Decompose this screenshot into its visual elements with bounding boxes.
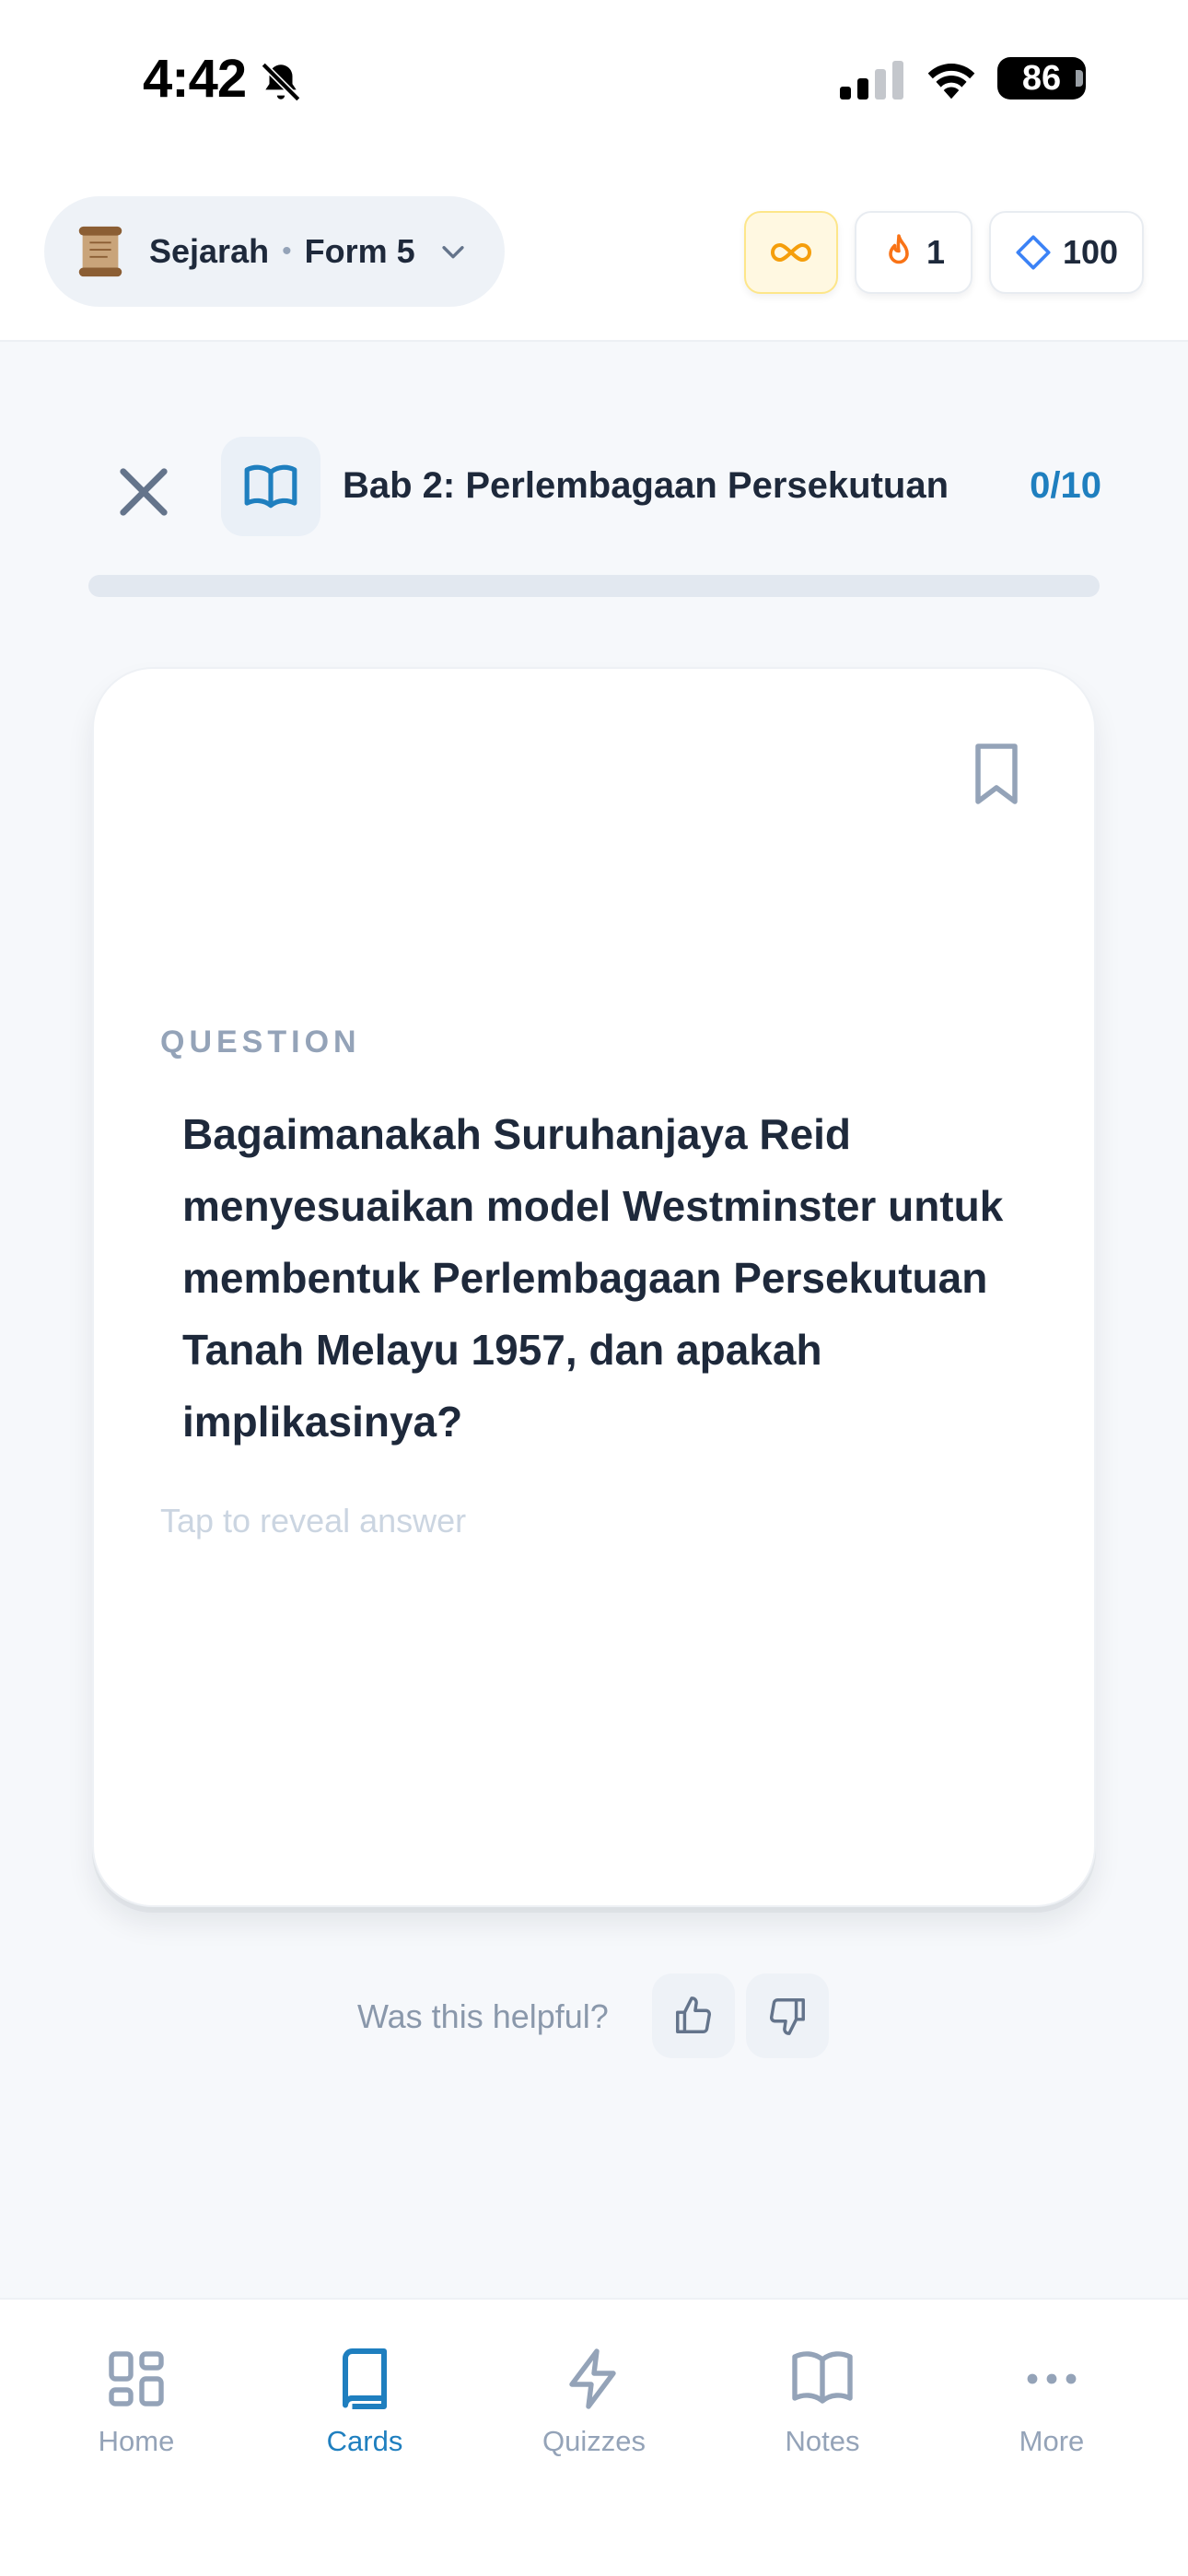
wifi-icon xyxy=(927,64,975,100)
chapter-title: Bab 2: Perlembagaan Persekutuan xyxy=(343,465,949,506)
thumbs-down-icon xyxy=(770,1998,805,2035)
question-label: QUESTION xyxy=(160,1025,361,1060)
nav-home[interactable]: Home xyxy=(44,2346,228,2484)
scroll-icon xyxy=(78,226,122,277)
infinity-icon xyxy=(770,242,812,263)
form-level: Form 5 xyxy=(304,232,415,270)
bell-muted-icon xyxy=(261,62,301,102)
nav-notes[interactable]: Notes xyxy=(730,2346,914,2484)
unlimited-badge[interactable] xyxy=(744,211,838,294)
streak-count: 1 xyxy=(926,233,946,271)
status-time: 4:42 xyxy=(143,49,247,109)
nav-cards[interactable]: Cards xyxy=(273,2346,457,2484)
nav-label-notes: Notes xyxy=(785,2425,860,2457)
close-icon[interactable] xyxy=(109,457,179,527)
separator-dot: • xyxy=(282,236,292,266)
dots-icon xyxy=(1027,2373,1077,2384)
thumbs-down-button[interactable] xyxy=(746,1973,829,2058)
battery-tip xyxy=(1076,70,1083,87)
app-screen: 4:42 86 Sejarah • Form 5 1 100 Bab 2: Pe… xyxy=(0,0,1188,2576)
subject-selector[interactable]: Sejarah • Form 5 xyxy=(44,196,505,307)
flame-icon xyxy=(889,234,909,264)
open-book-icon xyxy=(792,2351,853,2404)
subject-name: Sejarah xyxy=(149,232,270,270)
gems-count: 100 xyxy=(1062,233,1119,271)
gems-badge[interactable]: 100 xyxy=(989,211,1144,294)
nav-label-quizzes: Quizzes xyxy=(542,2425,646,2457)
chapter-icon-box xyxy=(221,437,320,536)
diamond-icon xyxy=(1016,235,1051,270)
battery-indicator: 86 xyxy=(997,57,1086,100)
streak-badge[interactable]: 1 xyxy=(855,211,973,294)
question-text: Bagaimanakah Suruhanjaya Reid menyesuaik… xyxy=(182,1110,1004,1446)
nav-more[interactable]: More xyxy=(960,2346,1144,2484)
bottom-nav: Home Cards Quizzes Notes More xyxy=(0,2298,1188,2576)
progress-bar xyxy=(88,575,1100,597)
cellular-signal-icon xyxy=(840,61,903,100)
nav-quizzes[interactable]: Quizzes xyxy=(502,2346,686,2484)
thumbs-up-icon xyxy=(676,1996,711,2033)
app-header: Sejarah • Form 5 1 100 xyxy=(0,161,1188,342)
nav-label-more: More xyxy=(1019,2425,1085,2457)
feedback-prompt: Was this helpful? xyxy=(357,1997,609,2035)
bookmark-icon[interactable] xyxy=(969,739,1024,809)
nav-label-home: Home xyxy=(98,2425,175,2457)
chevron-down-icon xyxy=(442,246,464,259)
lightning-icon xyxy=(569,2348,616,2409)
thumbs-up-button[interactable] xyxy=(652,1973,735,2058)
book-icon xyxy=(343,2348,387,2409)
status-bar: 4:42 86 xyxy=(0,0,1188,161)
flashcard[interactable]: QUESTION Bagaimanakah Suruhanjaya Reid m… xyxy=(92,667,1096,1907)
open-book-icon xyxy=(244,464,297,509)
progress-count: 0/10 xyxy=(1030,465,1101,506)
reveal-hint: Tap to reveal answer xyxy=(160,1502,467,1540)
grid-icon xyxy=(109,2351,164,2406)
nav-label-cards: Cards xyxy=(326,2425,403,2457)
